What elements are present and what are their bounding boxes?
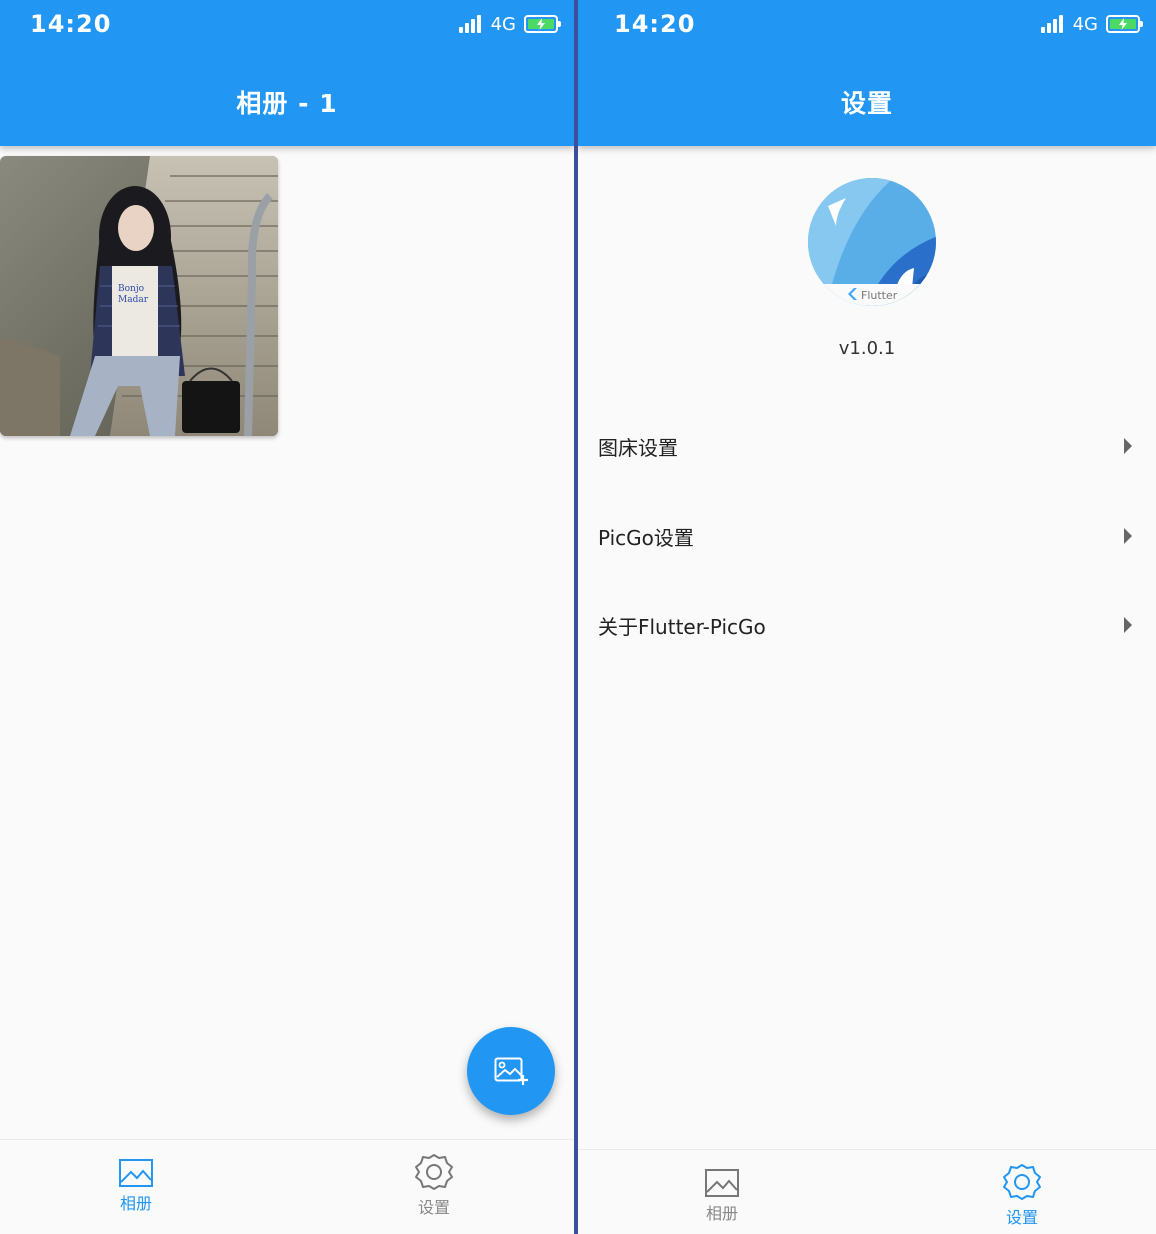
svg-text:Bonjo: Bonjo [118,284,144,294]
network-type: 4G [1072,13,1098,35]
app-version: v1.0.1 [838,338,896,359]
menu-item-image-host-settings[interactable]: 图床设置 [578,416,1156,476]
menu-item-label: 关于Flutter-PicGo [598,614,766,639]
nav-tab-album[interactable]: 相册 [66,1140,206,1234]
nav-tab-album[interactable]: 相册 [652,1150,792,1234]
nav-tab-settings[interactable]: 设置 [364,1140,504,1234]
chevron-right-icon [1124,617,1132,633]
menu-item-label: PicGo设置 [598,525,694,550]
signal-icon [1040,15,1065,33]
menu-item-picgo-settings[interactable]: PicGo设置 [578,506,1156,566]
app-logo: Flutter [806,176,938,308]
settings-screen: 14:20 4G 设置 Flutter v1.0.1 图床设置 PicGo设置 … [578,0,1156,1234]
network-type: 4G [490,13,516,35]
signal-icon [458,15,483,33]
app-bar: 14:20 4G 设置 [578,0,1156,146]
page-title: 相册 - 1 [236,89,338,118]
battery-icon [524,15,561,33]
image-icon [705,1169,739,1197]
nav-tab-settings-label: 设置 [417,1198,450,1217]
svg-text:Madar: Madar [118,295,149,305]
menu-item-label: 图床设置 [598,435,678,460]
flutter-logo-image: Flutter [808,178,936,306]
chevron-right-icon [1124,528,1132,544]
gear-icon [1003,1164,1041,1200]
nav-tab-album-label: 相册 [705,1204,738,1223]
image-icon [119,1159,153,1187]
menu-item-about[interactable]: 关于Flutter-PicGo [578,595,1156,655]
app-bar: 14:20 4G 相册 - 1 [0,0,574,146]
bottom-navigation: 相册 设置 [578,1149,1156,1234]
status-indicators: 4G [1040,12,1143,36]
album-photo[interactable]: Bonjo Madar [0,156,278,436]
photo-image: Bonjo Madar [0,156,278,436]
status-time: 14:20 [614,10,696,38]
nav-tab-settings[interactable]: 设置 [952,1150,1092,1234]
logo-caption: Flutter [861,289,898,302]
battery-icon [1106,15,1143,33]
gear-icon [415,1154,453,1190]
status-indicators: 4G [458,12,561,36]
add-image-button[interactable] [467,1027,555,1115]
nav-tab-album-label: 相册 [119,1194,152,1213]
bottom-navigation: 相册 设置 [0,1139,574,1234]
status-time: 14:20 [30,10,112,38]
album-screen: 14:20 4G 相册 - 1 Bonjo Madar 相册 设置 [0,0,574,1234]
nav-tab-settings-label: 设置 [1005,1208,1038,1227]
page-title: 设置 [840,89,893,118]
add-image-icon [494,1057,528,1085]
chevron-right-icon [1124,438,1132,454]
